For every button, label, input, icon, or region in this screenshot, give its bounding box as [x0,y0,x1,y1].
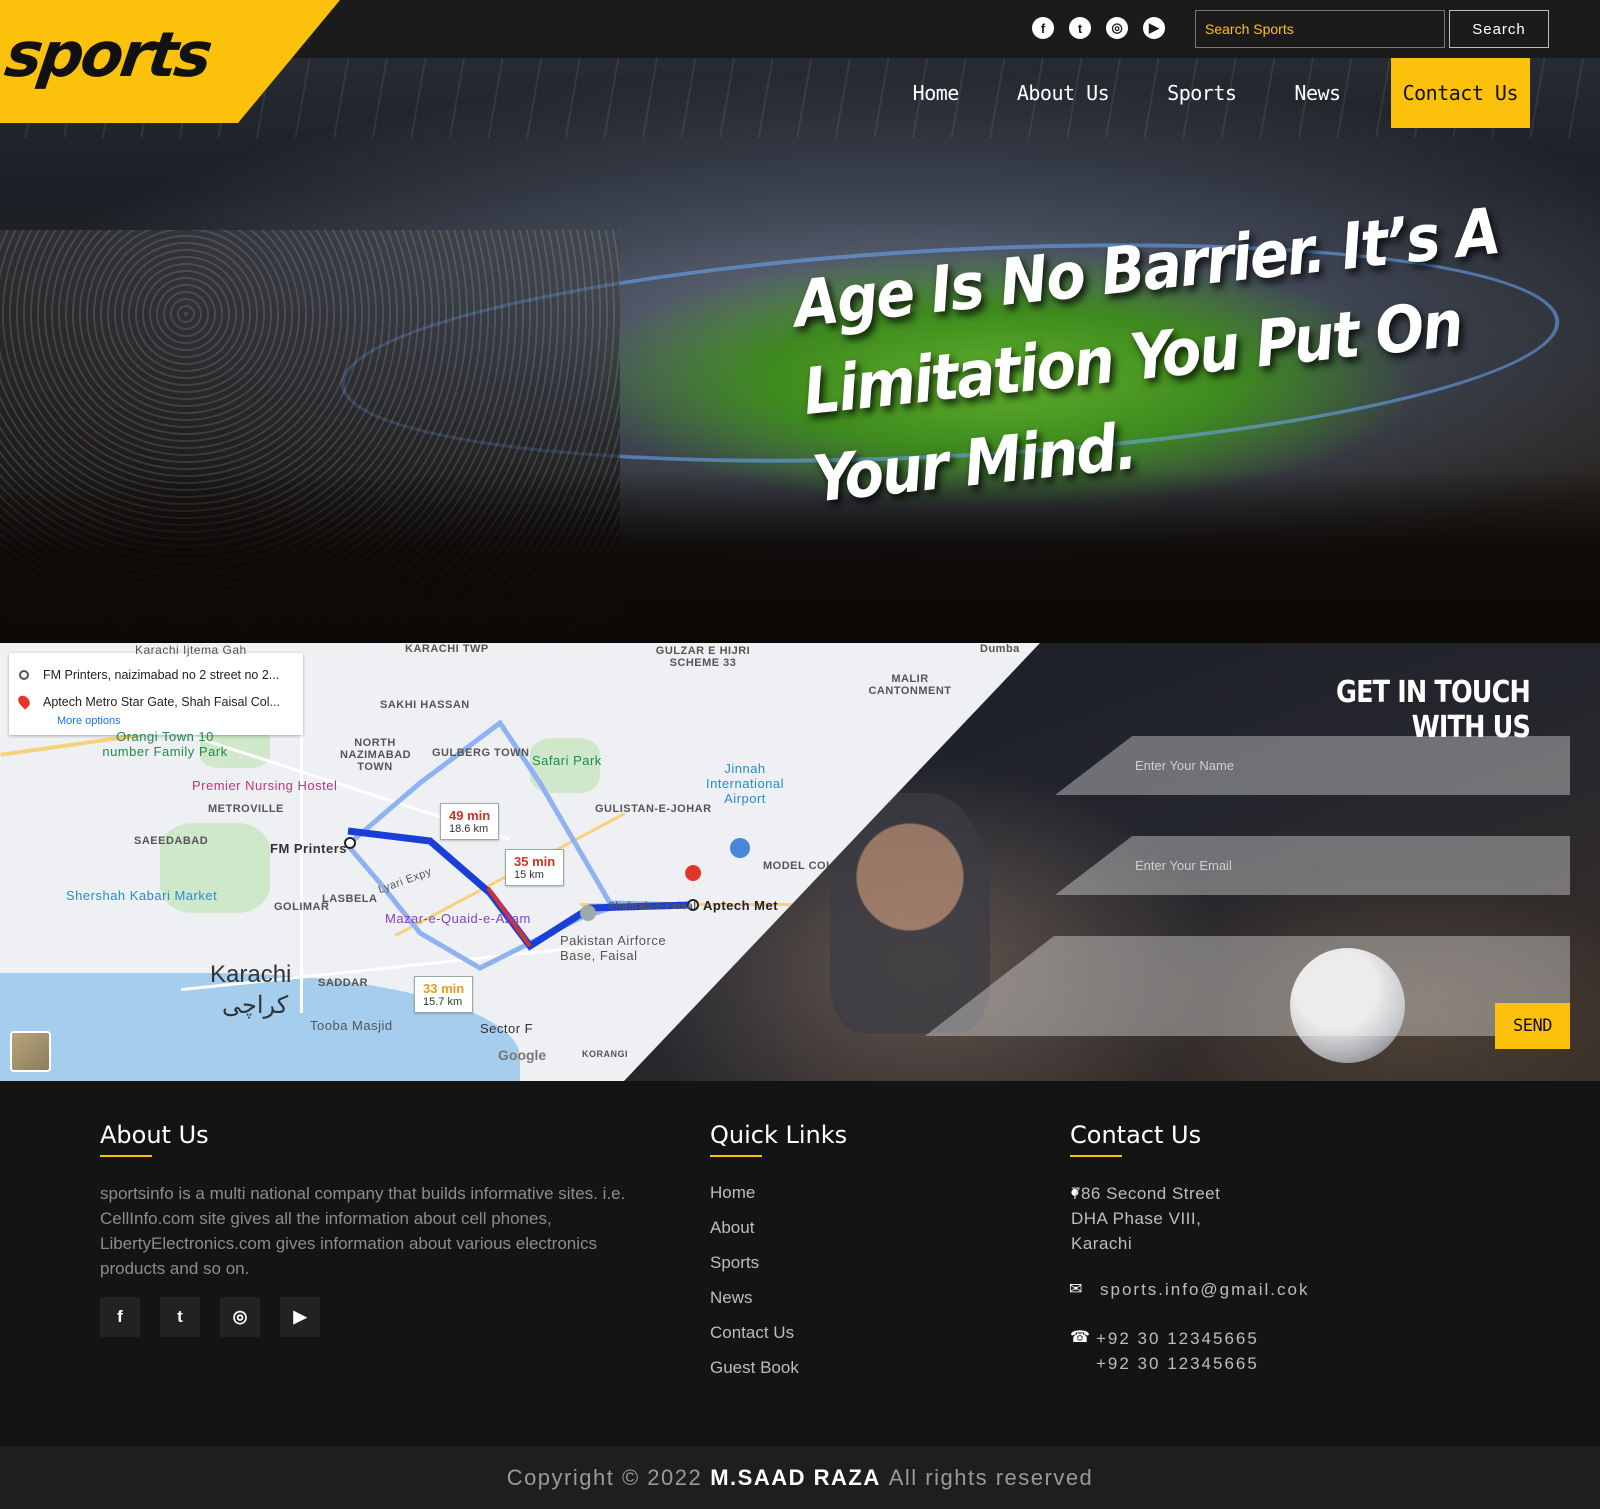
direction-destination[interactable]: Aptech Metro Star Gate, Shah Faisal Col.… [15,688,293,715]
social-links-top: f t ◎ ▶ [1032,17,1165,39]
map-label: MODEL COL [763,860,834,872]
footer-link-news[interactable]: News [710,1288,753,1308]
google-logo: Google [498,1047,547,1063]
name-field[interactable] [1055,736,1570,795]
map-contact-section: FM Printers, naizimabad no 2 street no 2… [0,643,1600,1081]
map-label: Pakistan Airforce Base, Faisal [560,933,667,963]
address-line-2: DHA Phase VIII, [1071,1209,1202,1228]
contact-email[interactable]: sports.info@gmail.cok [1100,1277,1310,1302]
direction-origin[interactable]: FM Printers, naizimabad no 2 street no 2… [19,661,293,688]
footer-contact-title: Contact Us [1070,1121,1202,1157]
address-line-1: 786 Second Street [1071,1184,1221,1203]
map-label: Safari Park [532,753,602,768]
youtube-icon[interactable]: ▶ [280,1297,320,1337]
map-label: LASBELA [322,893,378,905]
hero-section: sports f t ◎ ▶ Search Home About Us Spor… [0,0,1600,643]
email-field[interactable] [1055,836,1570,895]
contact-phone-1[interactable]: +92 30 12345665 [1096,1326,1259,1351]
copyright-bar: Copyright © 2022 M.SAAD RAZA All rights … [0,1446,1600,1509]
map-label: KORANGI [582,1049,628,1059]
instagram-icon[interactable]: ◎ [220,1297,260,1337]
map-label: Jinnah International Airport [705,761,785,806]
nav-sports[interactable]: Sports [1167,81,1237,105]
copyright-suffix: All rights reserved [888,1464,1094,1490]
map-label: Tooba Masjid [310,1018,393,1033]
more-options-link[interactable]: More options [57,715,293,727]
map-label: Orangi Town 10 number Family Park [102,729,228,759]
map-label: Aptech Met [703,898,779,913]
route-info-3[interactable]: 33 min 15.7 km [414,976,474,1013]
twitter-icon[interactable]: t [1069,17,1091,39]
map-label: NORTH NAZIMABAD TOWN [340,737,412,773]
map-label: METROVILLE [208,803,284,815]
phone-icon: ☎ [1070,1329,1090,1346]
facebook-icon[interactable]: f [100,1297,140,1337]
map-label: Karachi Ijtema Gah [135,643,247,657]
map-label: Premier Nursing Hostel [192,778,338,793]
map-label: KARACHI TWP [405,643,489,655]
satellite-toggle[interactable] [10,1031,51,1072]
twitter-icon[interactable]: t [160,1297,200,1337]
address-line-3: Karachi [1071,1234,1133,1253]
footer: About Us sportsinfo is a multi national … [0,1081,1600,1446]
route-info-2[interactable]: 35 min 15 km [505,849,565,886]
map-label: کراچی [222,992,289,1019]
footer-link-contact[interactable]: Contact Us [710,1323,794,1343]
contact-phone-2[interactable]: +92 30 12345665 [1096,1351,1259,1376]
search-input[interactable] [1195,10,1445,48]
map-label: SAKHI HASSAN [380,699,470,711]
footer-about-title: About Us [100,1121,209,1157]
footer-quick-links-title: Quick Links [710,1121,848,1157]
copyright-prefix: Copyright © 2022 [506,1464,703,1490]
instagram-icon[interactable]: ◎ [1106,17,1128,39]
map-label: SAEEDABAD [134,835,209,847]
crowd-silhouettes [0,470,1600,643]
envelope-icon: ✉ [1069,1281,1083,1298]
map-label: GULZAR E HIJRI SCHEME 33 [655,645,751,669]
origin-icon [19,669,29,680]
map-label: Dumba [980,643,1020,655]
nav-home[interactable]: Home [913,81,960,105]
map-label: Shershah Kabari Market [66,888,218,903]
footer-link-about[interactable]: About [710,1218,754,1238]
map-label: MALIR CANTONMENT [868,673,952,697]
route-info-1[interactable]: 49 min 18.6 km [440,803,500,840]
main-nav: Home About Us Sports News Contact Us [855,58,1530,128]
footer-link-guest-book[interactable]: Guest Book [710,1358,799,1378]
airport-icon [730,838,750,858]
footer-link-sports[interactable]: Sports [710,1253,759,1273]
destination-pin-icon [685,865,702,901]
send-button[interactable]: SEND [1495,1003,1570,1049]
social-links-footer: f t ◎ ▶ [100,1297,320,1337]
map-label: Karachi [210,961,292,988]
map-label: Sector F [480,1021,534,1036]
map-label: Shahrah-e-Faisal [608,901,697,912]
copyright-name: M.SAAD RAZA [710,1464,881,1490]
footer-about-text: sportsinfo is a multi national company t… [100,1184,626,1278]
map-label: FM Printers [270,841,348,856]
nav-contact-us[interactable]: Contact Us [1390,58,1530,128]
destination-icon [15,693,33,710]
nav-news[interactable]: News [1294,81,1341,105]
footer-link-home[interactable]: Home [710,1183,755,1203]
logo[interactable]: sports [1,18,214,91]
facebook-icon[interactable]: f [1032,17,1054,39]
map-label: Mazar-e-Quaid-e-Azam [385,911,531,926]
airbase-icon [580,905,596,921]
contact-form-title: GET IN TOUCH WITH US [1336,675,1531,745]
nav-about-us[interactable]: About Us [1017,81,1110,105]
map-label: SADDAR [318,977,369,989]
youtube-icon[interactable]: ▶ [1143,17,1165,39]
search-button[interactable]: Search [1449,10,1549,48]
map-label: GULBERG TOWN [432,747,530,759]
directions-panel[interactable]: FM Printers, naizimabad no 2 street no 2… [9,653,303,735]
map-label: GULISTAN-E-JOHAR [595,803,712,815]
